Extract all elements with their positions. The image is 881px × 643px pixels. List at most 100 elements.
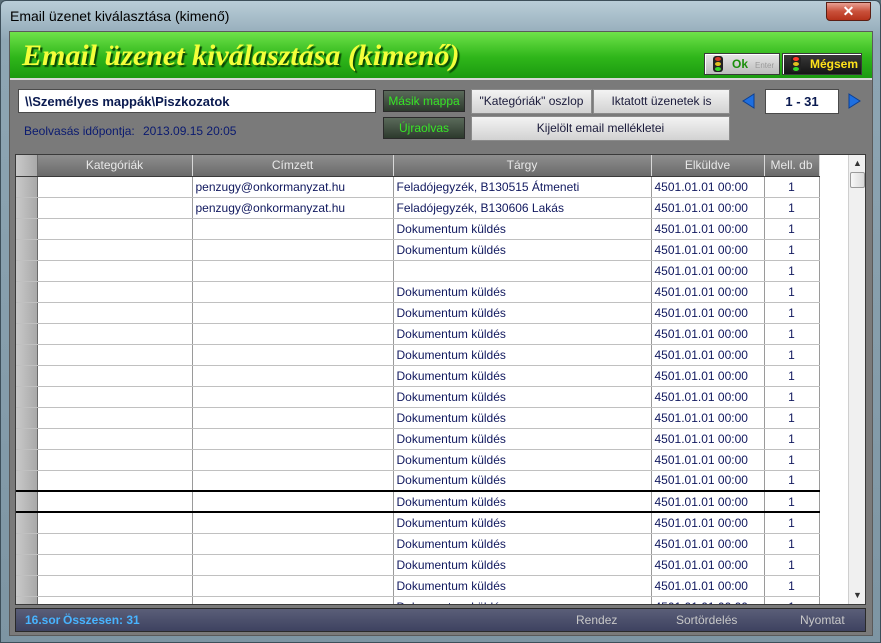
- sent-date-cell[interactable]: 4501.01.01 00:00: [651, 239, 765, 261]
- subject-cell[interactable]: Dokumentum küldés: [393, 490, 652, 513]
- recipient-cell[interactable]: [192, 407, 394, 429]
- table-row[interactable]: Dokumentum küldés4501.01.01 00:001: [16, 428, 820, 450]
- category-cell[interactable]: [37, 490, 193, 513]
- subject-cell[interactable]: Dokumentum küldés: [393, 239, 652, 261]
- row-selector[interactable]: [16, 596, 38, 604]
- subject-cell[interactable]: Dokumentum küldés: [393, 323, 652, 345]
- row-selector[interactable]: [16, 260, 38, 282]
- subject-cell[interactable]: Dokumentum küldés: [393, 470, 652, 492]
- column-header[interactable]: Tárgy: [393, 155, 652, 177]
- recipient-cell[interactable]: [192, 470, 394, 492]
- subject-cell[interactable]: Dokumentum küldés: [393, 554, 652, 576]
- table-row[interactable]: Dokumentum küldés4501.01.01 00:001: [16, 323, 820, 345]
- category-cell[interactable]: [37, 365, 193, 387]
- subject-cell[interactable]: Dokumentum küldés: [393, 512, 652, 534]
- row-selector[interactable]: [16, 302, 38, 324]
- sent-date-cell[interactable]: 4501.01.01 00:00: [651, 323, 765, 345]
- sent-date-cell[interactable]: 4501.01.01 00:00: [651, 512, 765, 534]
- recipient-cell[interactable]: [192, 323, 394, 345]
- subject-cell[interactable]: Dokumentum küldés: [393, 428, 652, 450]
- sent-date-cell[interactable]: 4501.01.01 00:00: [651, 449, 765, 471]
- attachment-count-cell[interactable]: 1: [764, 239, 820, 261]
- title-bar[interactable]: Email üzenet kiválasztása (kimenő) ✕: [1, 1, 880, 31]
- category-cell[interactable]: [37, 218, 193, 240]
- row-selector[interactable]: [16, 281, 38, 303]
- category-cell[interactable]: [37, 302, 193, 324]
- subject-cell[interactable]: Dokumentum küldés: [393, 302, 652, 324]
- attachment-count-cell[interactable]: 1: [764, 512, 820, 534]
- category-cell[interactable]: [37, 575, 193, 597]
- reload-button[interactable]: Újraolvas: [383, 117, 465, 139]
- category-cell[interactable]: [37, 554, 193, 576]
- column-header[interactable]: Kategóriák: [37, 155, 193, 177]
- category-cell[interactable]: [37, 449, 193, 471]
- sent-date-cell[interactable]: 4501.01.01 00:00: [651, 596, 765, 604]
- attachment-count-cell[interactable]: 1: [764, 344, 820, 366]
- recipient-cell[interactable]: [192, 386, 394, 408]
- attachment-count-cell[interactable]: 1: [764, 176, 820, 198]
- attachment-count-cell[interactable]: 1: [764, 533, 820, 555]
- row-selector[interactable]: [16, 218, 38, 240]
- table-row[interactable]: Dokumentum küldés4501.01.01 00:001: [16, 512, 820, 534]
- subject-cell[interactable]: [393, 260, 652, 282]
- category-cell[interactable]: [37, 428, 193, 450]
- row-selector[interactable]: [16, 428, 38, 450]
- scroll-thumb[interactable]: [850, 172, 865, 188]
- category-cell[interactable]: [37, 260, 193, 282]
- table-row[interactable]: Dokumentum küldés4501.01.01 00:001: [16, 365, 820, 387]
- recipient-cell[interactable]: [192, 218, 394, 240]
- table-row[interactable]: Dokumentum küldés4501.01.01 00:001: [16, 239, 820, 261]
- ok-button[interactable]: Ok Enter: [704, 53, 780, 75]
- attachment-count-cell[interactable]: 1: [764, 302, 820, 324]
- category-cell[interactable]: [37, 470, 193, 492]
- attachment-count-cell[interactable]: 1: [764, 197, 820, 219]
- sent-date-cell[interactable]: 4501.01.01 00:00: [651, 218, 765, 240]
- column-header[interactable]: Mell. db: [764, 155, 820, 177]
- recipient-cell[interactable]: [192, 344, 394, 366]
- sent-date-cell[interactable]: 4501.01.01 00:00: [651, 575, 765, 597]
- recipient-cell[interactable]: [192, 449, 394, 471]
- recipient-cell[interactable]: [192, 575, 394, 597]
- table-row[interactable]: Dokumentum küldés4501.01.01 00:001: [16, 281, 820, 303]
- subject-cell[interactable]: Dokumentum küldés: [393, 407, 652, 429]
- row-selector[interactable]: [16, 176, 38, 198]
- recipient-cell[interactable]: [192, 490, 394, 513]
- row-selector[interactable]: [16, 470, 38, 492]
- sent-date-cell[interactable]: 4501.01.01 00:00: [651, 554, 765, 576]
- categories-column-toggle[interactable]: "Kategóriák" oszlop: [471, 89, 592, 114]
- email-grid[interactable]: Kategóriák Címzett Tárgy Elküldve Mell. …: [15, 154, 866, 605]
- sent-date-cell[interactable]: 4501.01.01 00:00: [651, 197, 765, 219]
- row-selector[interactable]: [16, 512, 38, 534]
- table-row[interactable]: Dokumentum küldés4501.01.01 00:001: [16, 554, 820, 576]
- table-row[interactable]: Dokumentum küldés4501.01.01 00:001: [16, 596, 820, 604]
- category-cell[interactable]: [37, 281, 193, 303]
- subject-cell[interactable]: Dokumentum küldés: [393, 596, 652, 604]
- scroll-up-icon[interactable]: ▲: [849, 155, 865, 172]
- table-row[interactable]: Dokumentum küldés4501.01.01 00:001: [16, 218, 820, 240]
- line-wrap-button[interactable]: Sortördelés: [676, 613, 737, 627]
- sent-date-cell[interactable]: 4501.01.01 00:00: [651, 533, 765, 555]
- category-cell[interactable]: [37, 596, 193, 604]
- subject-cell[interactable]: Dokumentum küldés: [393, 365, 652, 387]
- column-header[interactable]: Címzett: [192, 155, 394, 177]
- sent-date-cell[interactable]: 4501.01.01 00:00: [651, 386, 765, 408]
- subject-cell[interactable]: Feladójegyzék, B130515 Átmeneti: [393, 176, 652, 198]
- table-row[interactable]: Dokumentum küldés4501.01.01 00:001: [16, 407, 820, 429]
- row-selector[interactable]: [16, 197, 38, 219]
- attachment-count-cell[interactable]: 1: [764, 323, 820, 345]
- scroll-down-icon[interactable]: ▼: [849, 587, 865, 604]
- selected-attachments-button[interactable]: Kijelölt email mellékletei: [471, 116, 730, 141]
- attachment-count-cell[interactable]: 1: [764, 554, 820, 576]
- recipient-cell[interactable]: [192, 239, 394, 261]
- folder-path-field[interactable]: \\Személyes mappák\Piszkozatok: [18, 89, 376, 113]
- recipient-cell[interactable]: [192, 554, 394, 576]
- recipient-cell[interactable]: [192, 302, 394, 324]
- sent-date-cell[interactable]: 4501.01.01 00:00: [651, 365, 765, 387]
- attachment-count-cell[interactable]: 1: [764, 407, 820, 429]
- vertical-scrollbar[interactable]: ▲ ▼: [848, 155, 865, 604]
- attachment-count-cell[interactable]: 1: [764, 470, 820, 492]
- sent-date-cell[interactable]: 4501.01.01 00:00: [651, 260, 765, 282]
- cancel-button[interactable]: Mégsem: [782, 53, 862, 75]
- attachment-count-cell[interactable]: 1: [764, 281, 820, 303]
- row-selector[interactable]: [16, 386, 38, 408]
